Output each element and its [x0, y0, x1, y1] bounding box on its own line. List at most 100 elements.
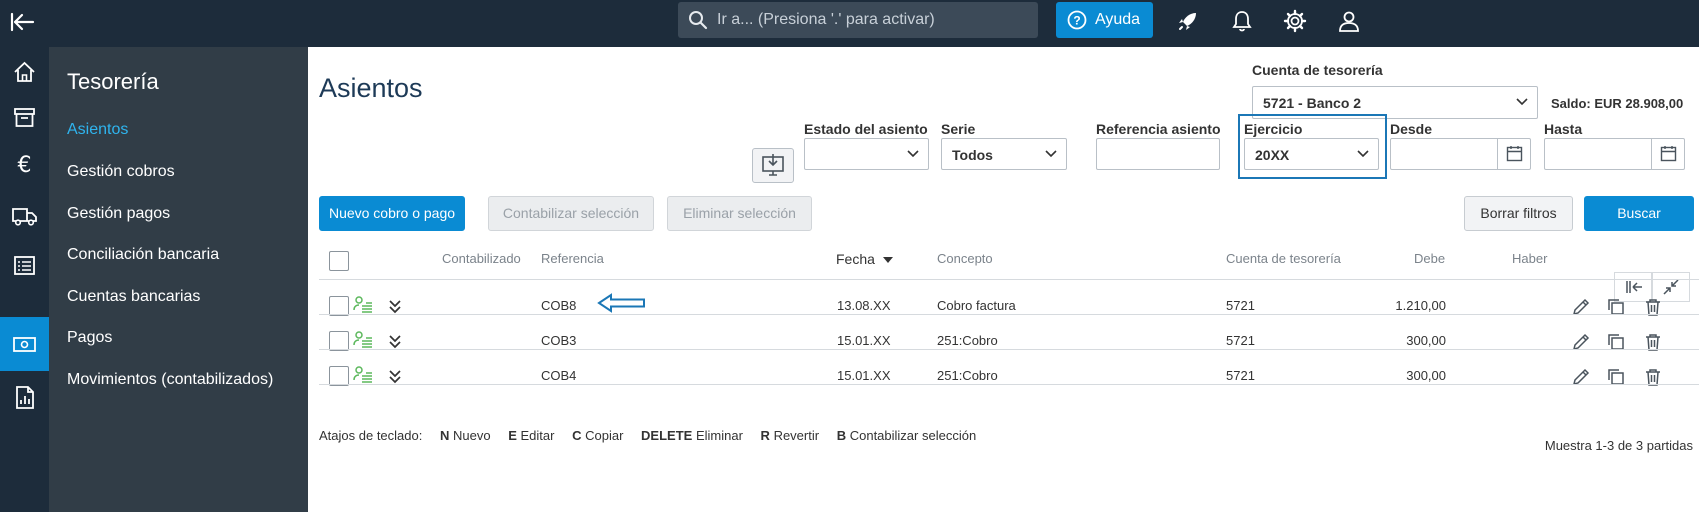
help-icon: ?	[1067, 10, 1087, 30]
ejercicio-select[interactable]: 20XX	[1244, 138, 1379, 170]
hasta-calendar-button[interactable]	[1651, 139, 1684, 169]
col-haber[interactable]: Haber	[1512, 251, 1547, 266]
desde-calendar-button[interactable]	[1497, 139, 1530, 169]
row-concepto: 251:Cobro	[937, 368, 998, 383]
row-divider	[319, 349, 1699, 350]
money-stack-icon[interactable]	[352, 364, 374, 386]
sidebar-item-movimientos[interactable]: Movimientos (contabilizados)	[67, 371, 273, 389]
saldo-text: Saldo: EUR 28.908,00	[1551, 96, 1684, 111]
select-all-checkbox[interactable]	[329, 251, 349, 271]
sidebar-item-cuentas-bancarias[interactable]: Cuentas bancarias	[67, 288, 200, 306]
search-input[interactable]: Ir a... (Presiona '.' para activar)	[717, 11, 935, 29]
report-icon[interactable]	[8, 350, 41, 383]
row-divider	[319, 314, 1699, 315]
search-box[interactable]: Ir a... (Presiona '.' para activar)	[678, 2, 1038, 38]
shortcut-key: C	[572, 428, 582, 443]
shortcut-action: Revertir	[773, 428, 820, 443]
row-fecha: 15.01.XX	[837, 368, 891, 383]
help-label: Ayuda	[1095, 11, 1141, 28]
gear-icon[interactable]	[1282, 8, 1308, 34]
shortcut-key: E	[508, 428, 517, 443]
col-fecha[interactable]: Fecha	[836, 251, 893, 267]
top-bar: Ir a... (Presiona '.' para activar) ? Ay…	[0, 0, 1699, 47]
col-referencia[interactable]: Referencia	[541, 251, 604, 266]
serie-select[interactable]: Todos	[941, 138, 1067, 170]
serie-value: Todos	[952, 147, 993, 163]
estado-label: Estado del asiento	[804, 121, 928, 137]
shortcut-key: R	[760, 428, 770, 443]
sidebar-item-asientos[interactable]: Asientos	[67, 121, 128, 139]
help-button[interactable]: ? Ayuda	[1056, 2, 1153, 38]
row-concepto: Cobro factura	[937, 298, 1016, 313]
cuenta-label: Cuenta de tesorería	[1252, 62, 1383, 78]
row-fecha: 13.08.XX	[837, 298, 891, 313]
svg-text:?: ?	[1073, 14, 1080, 28]
col-contabilizado[interactable]: Contabilizado	[442, 251, 521, 266]
referencia-input[interactable]	[1096, 138, 1220, 170]
col-concepto[interactable]: Concepto	[937, 251, 993, 266]
chevron-down-icon	[907, 150, 919, 158]
shortcut-action: Copiar	[585, 428, 624, 443]
money-stack-icon[interactable]	[352, 329, 374, 351]
calendar-icon	[1660, 146, 1677, 162]
desde-label: Desde	[1390, 121, 1433, 137]
back-arrow-icon[interactable]	[9, 8, 37, 36]
desde-input[interactable]	[1390, 138, 1531, 170]
buscar-button[interactable]: Buscar	[1584, 196, 1694, 231]
row-cuenta: 5721	[1226, 333, 1255, 348]
row-checkbox[interactable]	[329, 366, 349, 386]
row-checkbox[interactable]	[329, 331, 349, 351]
rocket-icon[interactable]	[1176, 8, 1202, 34]
sidebar-item-conciliacion-bancaria[interactable]: Conciliación bancaria	[67, 246, 219, 264]
table-header-divider	[319, 279, 1699, 280]
keyboard-shortcuts: Atajos de teclado: N Nuevo E Editar C Co…	[319, 428, 976, 443]
sidebar-item-pagos[interactable]: Pagos	[67, 329, 112, 347]
hasta-input[interactable]	[1544, 138, 1685, 170]
eliminar-seleccion-button[interactable]: Eliminar selección	[667, 196, 812, 231]
truck-icon[interactable]	[8, 199, 41, 232]
sidebar-item-gestion-cobros[interactable]: Gestión cobros	[67, 163, 175, 181]
home-icon[interactable]	[8, 56, 41, 89]
borrar-filtros-button[interactable]: Borrar filtros	[1464, 196, 1573, 231]
download-monitor-icon	[762, 154, 784, 176]
estado-select[interactable]	[804, 138, 929, 170]
col-cuenta[interactable]: Cuenta de tesorería	[1226, 251, 1341, 266]
chevron-down-icon	[1045, 150, 1057, 158]
svg-text:€: €	[18, 153, 32, 178]
row-divider	[319, 384, 1699, 385]
shortcut-action: Contabilizar selección	[849, 428, 977, 443]
shortcut-key: B	[836, 428, 847, 443]
row-fecha: 15.01.XX	[837, 333, 891, 348]
export-button[interactable]	[752, 148, 794, 183]
ejercicio-label: Ejercicio	[1244, 121, 1303, 137]
chevron-down-icon	[1357, 150, 1369, 158]
sidebar: Tesorería Asientos Gestión cobros Gestió…	[49, 47, 308, 512]
row-referencia[interactable]: COB8	[541, 298, 576, 313]
nuevo-cobro-button[interactable]: Nuevo cobro o pago	[319, 196, 465, 231]
sidebar-item-gestion-pagos[interactable]: Gestión pagos	[67, 205, 170, 223]
col-debe[interactable]: Debe	[1414, 251, 1445, 266]
list-icon[interactable]	[8, 249, 41, 282]
serie-label: Serie	[941, 121, 976, 137]
row-checkbox[interactable]	[329, 296, 349, 316]
referencia-label: Referencia asiento	[1096, 121, 1221, 137]
report-icon[interactable]	[8, 381, 41, 414]
archive-icon[interactable]	[8, 101, 41, 134]
shortcut-action: Nuevo	[453, 428, 491, 443]
bell-icon[interactable]	[1229, 8, 1255, 34]
contabilizar-seleccion-button[interactable]: Contabilizar selección	[488, 196, 654, 231]
calendar-icon	[1506, 146, 1523, 162]
row-cuenta: 5721	[1226, 368, 1255, 383]
row-referencia[interactable]: COB4	[541, 368, 576, 383]
hasta-label: Hasta	[1544, 121, 1583, 137]
row-debe: 1.210,00	[1395, 298, 1446, 313]
main-content: Asientos Cuenta de tesorería 5721 - Banc…	[308, 47, 1699, 512]
shortcut-key: DELETE	[641, 428, 693, 443]
search-icon	[689, 11, 708, 30]
user-icon[interactable]	[1336, 8, 1362, 34]
row-referencia[interactable]: COB3	[541, 333, 576, 348]
sort-desc-icon	[882, 257, 893, 263]
money-stack-icon[interactable]	[352, 294, 374, 316]
euro-icon[interactable]: €	[8, 148, 41, 181]
shortcut-key: N	[439, 428, 450, 443]
